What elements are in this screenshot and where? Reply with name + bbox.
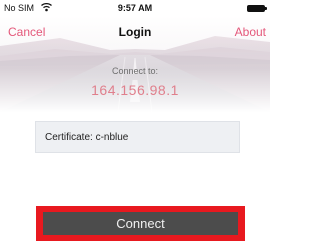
connect-to-label: Connect to:	[111, 66, 159, 76]
connect-button[interactable]: Connect	[43, 212, 238, 235]
certificate-selector[interactable]: Certificate: c-nblue	[35, 121, 240, 153]
battery-icon	[247, 5, 267, 12]
about-button[interactable]: About	[235, 25, 266, 39]
page-title: Login	[118, 25, 152, 39]
status-bar: No SIM 9:57 AM	[0, 0, 270, 16]
navigation-bar: Cancel Login About	[0, 16, 270, 47]
status-time: 9:57 AM	[117, 3, 153, 13]
server-address: 164.156.98.1	[91, 82, 179, 98]
certificate-label: Certificate: c-nblue	[45, 132, 129, 143]
